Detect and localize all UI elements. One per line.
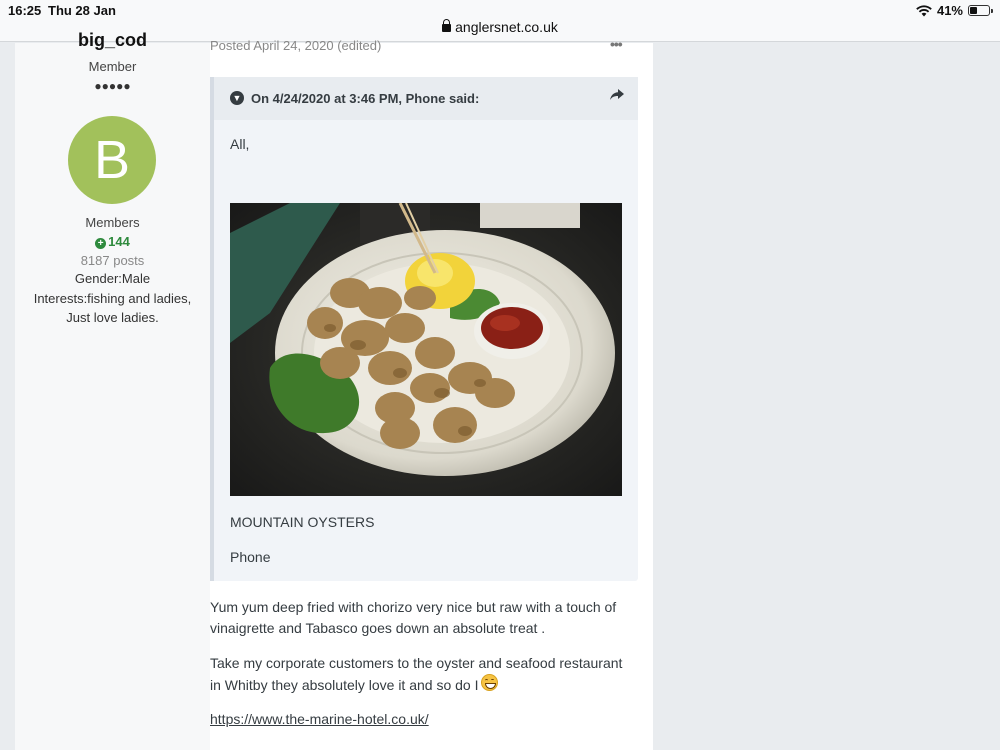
food-photo[interactable]: [230, 203, 622, 496]
status-date: Thu 28 Jan: [48, 3, 116, 18]
battery-percent: 41%: [936, 3, 963, 18]
rank-pips: ●●●●●: [94, 79, 131, 93]
post-paragraph-2: Take my corporate customers to the oyste…: [210, 653, 635, 696]
author-gender: Gender:Male: [74, 271, 151, 286]
quote-greeting: All,: [230, 136, 250, 152]
quote-header: ▼ On 4/24/2020 at 3:46 PM, Phone said:: [214, 77, 638, 120]
url-text[interactable]: anglersnet.co.uk: [455, 19, 558, 35]
reputation-badge: +144: [15, 234, 210, 249]
quote-citation: On 4/24/2020 at 3:46 PM, Phone said:: [251, 91, 480, 106]
battery-icon: [968, 5, 993, 16]
avatar[interactable]: B: [68, 116, 156, 204]
reputation-count: 144: [108, 234, 130, 249]
status-time: 16:25: [8, 3, 42, 18]
wifi-icon: [916, 4, 932, 16]
photo-caption: MOUNTAIN OYSTERS: [230, 514, 375, 530]
post-date[interactable]: Posted April 24, 2020 (edited): [210, 38, 381, 53]
author-rank: Member: [88, 59, 137, 74]
author-post-count: 8187 posts: [80, 253, 145, 268]
share-arrow-icon[interactable]: [610, 88, 624, 105]
quote-block: ▼ On 4/24/2020 at 3:46 PM, Phone said: A…: [210, 77, 638, 581]
plus-circle-icon: +: [95, 238, 107, 249]
author-group: Members: [85, 215, 140, 230]
post-menu-button[interactable]: •••: [610, 36, 623, 52]
post-paragraph-1: Yum yum deep fried with chorizo very nic…: [210, 599, 617, 636]
author-panel: big_cod Member ●●●●● B Members +144 8187…: [15, 30, 210, 750]
chevron-down-icon[interactable]: ▼: [230, 91, 244, 105]
lock-icon: [442, 19, 452, 32]
grin-emoji-icon: [481, 674, 499, 691]
author-interests: Interests:fishing and ladies, Just love …: [33, 291, 192, 325]
hotel-link[interactable]: https://www.the-marine-hotel.co.uk/: [210, 711, 429, 727]
status-right: 41%: [916, 3, 993, 18]
author-username[interactable]: big_cod: [15, 30, 210, 51]
post-paragraph-2-text: Take my corporate customers to the oyste…: [210, 655, 623, 693]
quote-signature: Phone: [230, 549, 271, 565]
